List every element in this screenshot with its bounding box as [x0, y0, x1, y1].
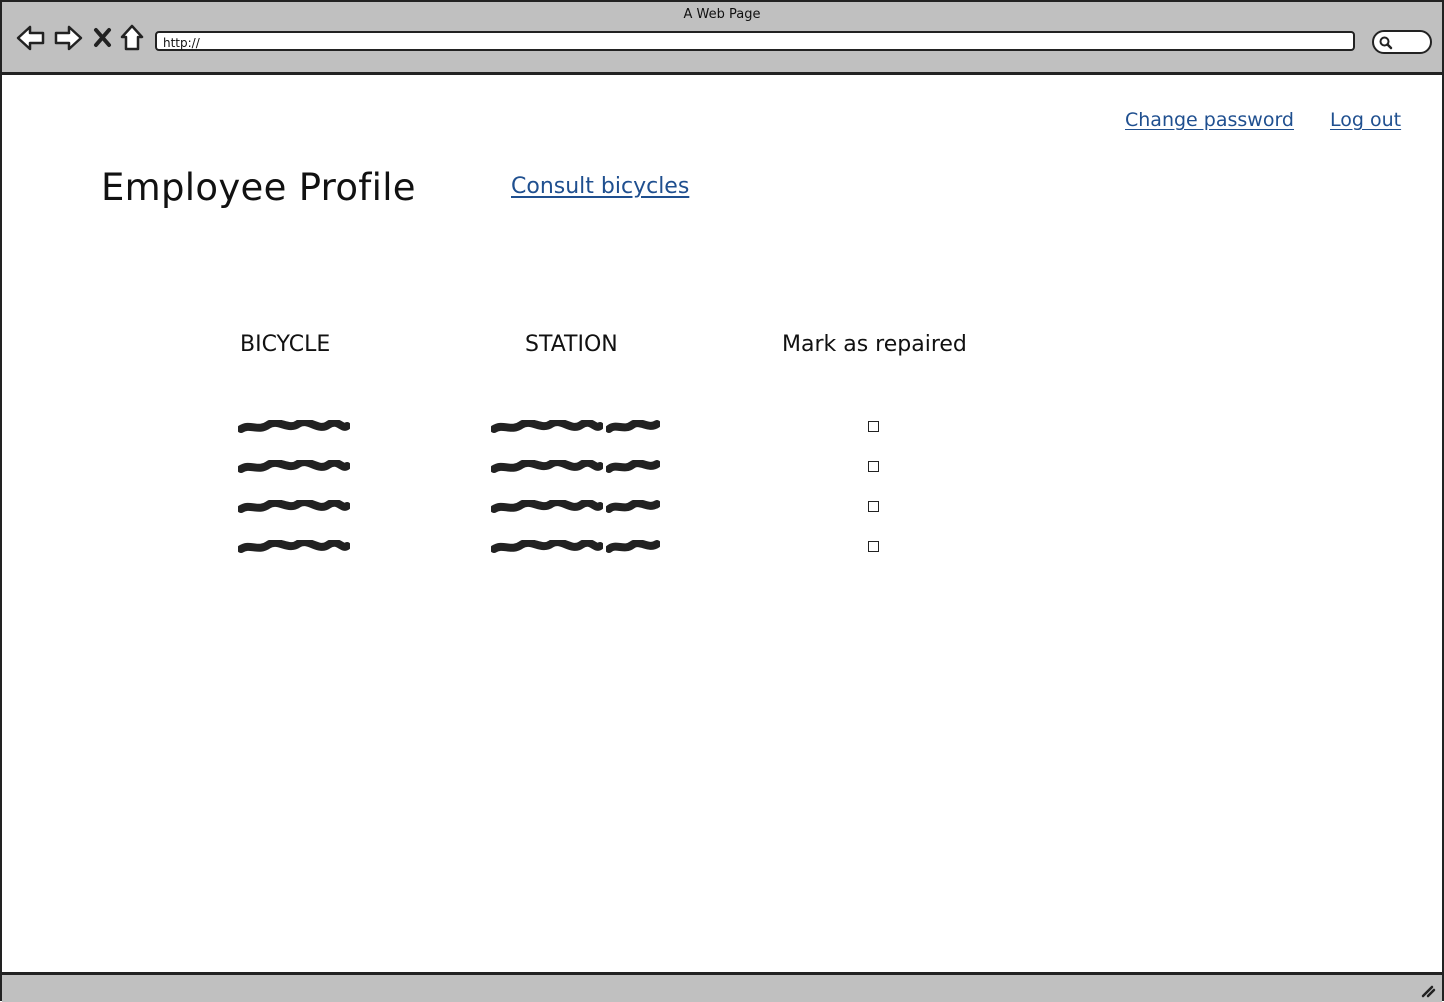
station-cell-scribble [491, 460, 603, 473]
station-cell-scribble [606, 500, 660, 513]
mark-repaired-checkbox[interactable] [868, 461, 879, 472]
window-title: A Web Page [683, 7, 761, 22]
url-field[interactable]: http:// [155, 31, 1355, 51]
browser-search-box[interactable] [1372, 30, 1432, 54]
station-cell-scribble [491, 540, 603, 553]
title-bar: A Web Page http:// [2, 2, 1442, 75]
mark-repaired-checkbox[interactable] [868, 541, 879, 552]
station-cell-scribble [491, 420, 603, 433]
status-bar [2, 972, 1442, 1002]
consult-bicycles-link[interactable]: Consult bicycles [511, 174, 689, 199]
back-icon[interactable] [16, 24, 46, 52]
column-header-station: STATION [525, 332, 618, 357]
bicycle-cell-scribble [238, 420, 350, 433]
page-title: Employee Profile [101, 166, 416, 209]
station-cell-scribble [606, 420, 660, 433]
bicycle-cell-scribble [238, 500, 350, 513]
column-header-bicycle: BICYCLE [240, 332, 331, 357]
station-cell-scribble [606, 460, 660, 473]
mark-repaired-checkbox[interactable] [868, 501, 879, 512]
log-out-link[interactable]: Log out [1330, 109, 1401, 131]
stop-icon[interactable] [92, 24, 114, 52]
mark-repaired-checkbox[interactable] [868, 421, 879, 432]
column-header-mark-as-repaired: Mark as repaired [782, 332, 967, 357]
search-icon [1379, 36, 1393, 50]
station-cell-scribble [491, 500, 603, 513]
resize-grip-icon[interactable] [1420, 984, 1436, 998]
bicycle-cell-scribble [238, 460, 350, 473]
change-password-link[interactable]: Change password [1125, 109, 1294, 131]
forward-icon[interactable] [53, 24, 83, 52]
home-icon[interactable] [119, 24, 145, 52]
bicycle-cell-scribble [238, 540, 350, 553]
browser-window: A Web Page http:// Change password Log o… [0, 0, 1444, 1002]
station-cell-scribble [606, 540, 660, 553]
